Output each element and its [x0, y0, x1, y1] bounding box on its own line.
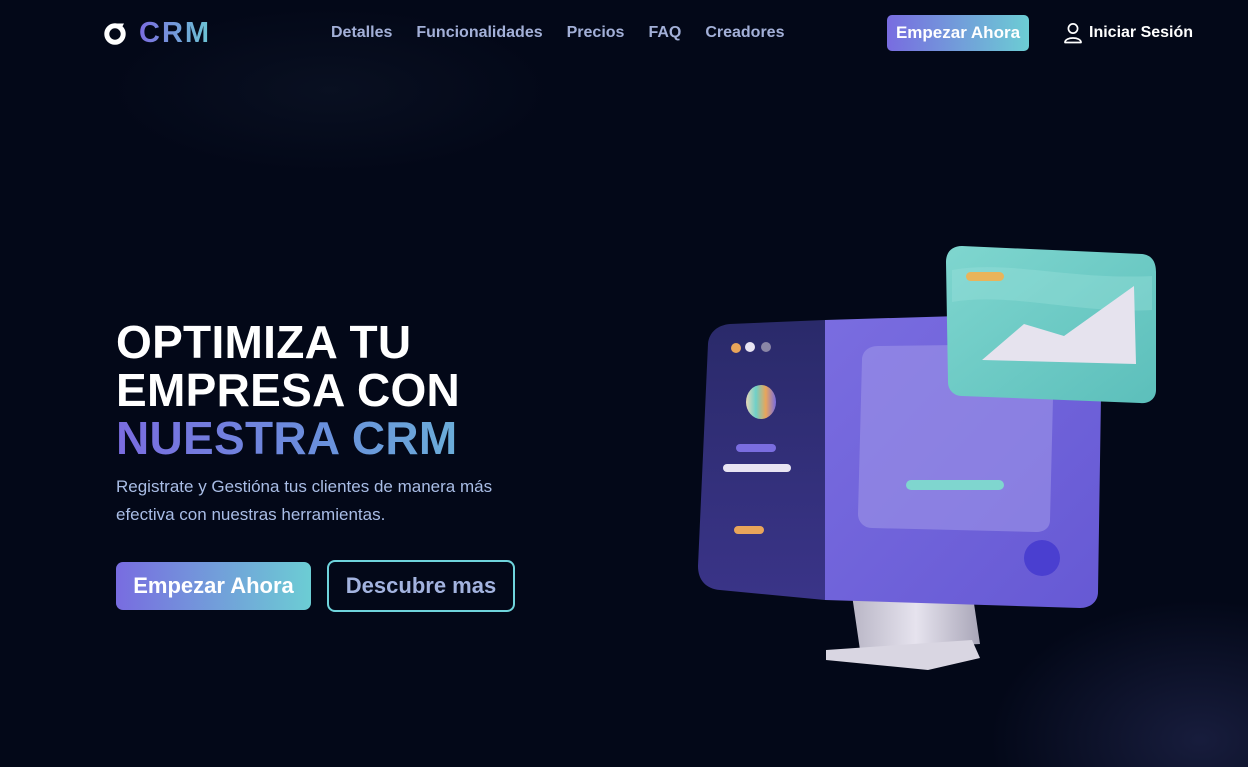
- window-dot-white: [745, 342, 755, 352]
- hero-start-button[interactable]: Empezar Ahora: [116, 562, 311, 610]
- hero-title: OPTIMIZA TU EMPRESA CON NUESTRA CRM: [116, 318, 576, 462]
- window-dot-gray: [761, 342, 771, 352]
- sidebar-bar-purple: [736, 444, 776, 452]
- login-label: Iniciar Sesión: [1089, 24, 1194, 41]
- login-link[interactable]: Iniciar Sesión: [1063, 22, 1193, 44]
- site-header: CRM Detalles Funcionalidades Precios FAQ…: [0, 0, 1248, 66]
- hero-discover-button[interactable]: Descubre mas: [327, 560, 515, 612]
- crm-logo-icon: [104, 23, 126, 45]
- hero-subtitle: Registrate y Gestióna tus clientes de ma…: [116, 477, 493, 524]
- logo[interactable]: CRM: [103, 16, 212, 49]
- screen-dot: [1024, 540, 1060, 576]
- screen-sidebar: [698, 320, 825, 600]
- header-start-button[interactable]: Empezar Ahora: [887, 15, 1029, 51]
- nav-link-precios[interactable]: Precios: [567, 24, 625, 42]
- image-card-label: [966, 272, 1004, 281]
- computer-dashboard-illustration: [690, 240, 1170, 680]
- inner-card-bar: [906, 480, 1004, 490]
- hero-title-line-2: EMPRESA CON: [116, 364, 461, 416]
- user-icon: [1064, 23, 1082, 44]
- window-dot-orange: [731, 343, 741, 353]
- hero-title-line-1: OPTIMIZA TU: [116, 316, 412, 368]
- illustration-svg: [698, 246, 1156, 670]
- nav-link-faq[interactable]: FAQ: [648, 24, 681, 42]
- main-nav: Detalles Funcionalidades Precios FAQ Cre…: [331, 24, 784, 42]
- nav-link-detalles[interactable]: Detalles: [331, 24, 392, 42]
- sidebar-bar-white: [723, 464, 791, 472]
- logo-text: CRM: [139, 16, 212, 49]
- avatar: [746, 385, 776, 419]
- nav-link-creadores[interactable]: Creadores: [705, 24, 784, 42]
- hero-title-line-3: NUESTRA CRM: [116, 414, 576, 462]
- sidebar-bar-orange: [734, 526, 764, 534]
- nav-link-funcionalidades[interactable]: Funcionalidades: [416, 24, 542, 42]
